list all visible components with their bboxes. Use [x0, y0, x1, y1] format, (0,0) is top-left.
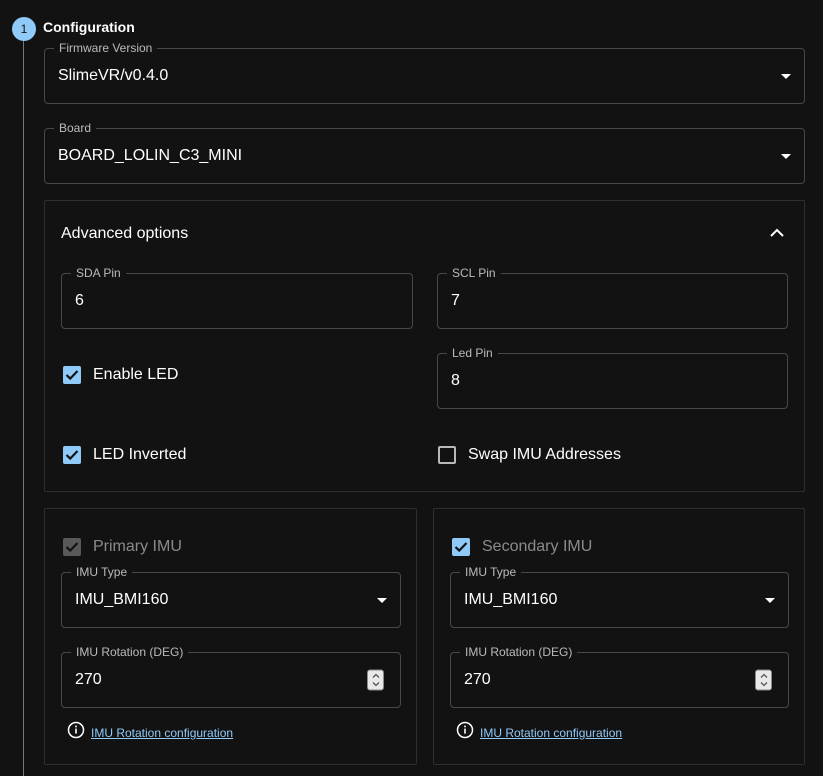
board-value: BOARD_LOLIN_C3_MINI: [58, 147, 243, 164]
led-pin-label: Led Pin: [447, 346, 498, 360]
swap-imu-addresses-checkbox[interactable]: Swap IMU Addresses: [438, 446, 621, 464]
sda-pin-field[interactable]: SDA Pin 6: [61, 266, 413, 329]
imu-type-label: IMU Type: [71, 565, 133, 579]
secondary-imu-type-select[interactable]: IMU Type IMU_BMI160: [450, 565, 789, 628]
checkbox-checked-icon: [63, 366, 81, 384]
step-connector-line: [23, 41, 24, 776]
imu-rotation-label: IMU Rotation (DEG): [71, 645, 189, 659]
imu-rotation-config-link[interactable]: IMU Rotation configuration: [91, 726, 233, 740]
led-inverted-label: LED Inverted: [93, 446, 187, 463]
scl-pin-field[interactable]: SCL Pin 7: [437, 266, 788, 329]
imu-type-value: IMU_BMI160: [75, 591, 169, 608]
firmware-tool-page: 1 Configuration Firmware Version SlimeVR…: [0, 0, 823, 776]
firmware-version-label: Firmware Version: [54, 41, 158, 55]
primary-imu-panel: Primary IMU IMU Type IMU_BMI160 IMU Rota…: [44, 508, 417, 765]
secondary-imu-rotation-help: IMU Rotation configuration: [456, 721, 622, 744]
firmware-version-select[interactable]: Firmware Version SlimeVR/v0.4.0: [44, 41, 805, 104]
scl-pin-value: 7: [451, 292, 460, 309]
led-pin-field[interactable]: Led Pin 8: [437, 346, 788, 409]
checkbox-checked-icon: [63, 538, 81, 556]
checkbox-unchecked-icon: [438, 446, 456, 464]
info-icon: [67, 721, 85, 744]
primary-imu-type-select[interactable]: IMU Type IMU_BMI160: [61, 565, 401, 628]
number-spinner-icon[interactable]: [367, 669, 384, 691]
scl-pin-label: SCL Pin: [447, 266, 501, 280]
enable-led-checkbox[interactable]: Enable LED: [63, 366, 178, 384]
sda-pin-value: 6: [75, 292, 84, 309]
firmware-version-value: SlimeVR/v0.4.0: [58, 67, 169, 84]
led-pin-value: 8: [451, 372, 460, 389]
step-number: 1: [20, 22, 28, 36]
sda-pin-label: SDA Pin: [71, 266, 126, 280]
enable-led-label: Enable LED: [93, 366, 179, 383]
secondary-imu-label: Secondary IMU: [482, 538, 593, 555]
dropdown-arrow-icon: [781, 74, 791, 79]
secondary-imu-rotation-input[interactable]: IMU Rotation (DEG) 270: [450, 645, 789, 708]
secondary-imu-panel: Secondary IMU IMU Type IMU_BMI160 IMU Ro…: [433, 508, 805, 765]
chevron-up-icon: [770, 225, 784, 243]
advanced-options-header[interactable]: Advanced options: [45, 201, 804, 267]
secondary-imu-checkbox[interactable]: Secondary IMU: [452, 538, 592, 556]
imu-type-value: IMU_BMI160: [464, 591, 558, 608]
imu-rotation-label: IMU Rotation (DEG): [460, 645, 578, 659]
led-inverted-checkbox[interactable]: LED Inverted: [63, 446, 186, 464]
board-label: Board: [54, 121, 97, 135]
advanced-options-title: Advanced options: [61, 225, 189, 242]
step-number-badge: 1: [12, 17, 36, 41]
imu-type-label: IMU Type: [460, 565, 522, 579]
checkbox-checked-icon: [452, 538, 470, 556]
step-title: Configuration: [43, 19, 135, 35]
dropdown-arrow-icon: [765, 598, 775, 603]
primary-imu-label: Primary IMU: [93, 538, 182, 555]
imu-rotation-value: 270: [464, 671, 491, 688]
board-select[interactable]: Board BOARD_LOLIN_C3_MINI: [44, 121, 805, 184]
advanced-options-panel: Advanced options SDA Pin 6 SCL Pin 7 Ena…: [44, 200, 805, 492]
number-spinner-icon[interactable]: [755, 669, 772, 691]
dropdown-arrow-icon: [377, 598, 387, 603]
primary-imu-checkbox[interactable]: Primary IMU: [63, 538, 182, 556]
swap-imu-addresses-label: Swap IMU Addresses: [468, 446, 621, 463]
checkbox-checked-icon: [63, 446, 81, 464]
info-icon: [456, 721, 474, 744]
primary-imu-rotation-input[interactable]: IMU Rotation (DEG) 270: [61, 645, 401, 708]
imu-rotation-config-link[interactable]: IMU Rotation configuration: [480, 726, 622, 740]
primary-imu-rotation-help: IMU Rotation configuration: [67, 721, 233, 744]
dropdown-arrow-icon: [781, 154, 791, 159]
imu-rotation-value: 270: [75, 671, 102, 688]
